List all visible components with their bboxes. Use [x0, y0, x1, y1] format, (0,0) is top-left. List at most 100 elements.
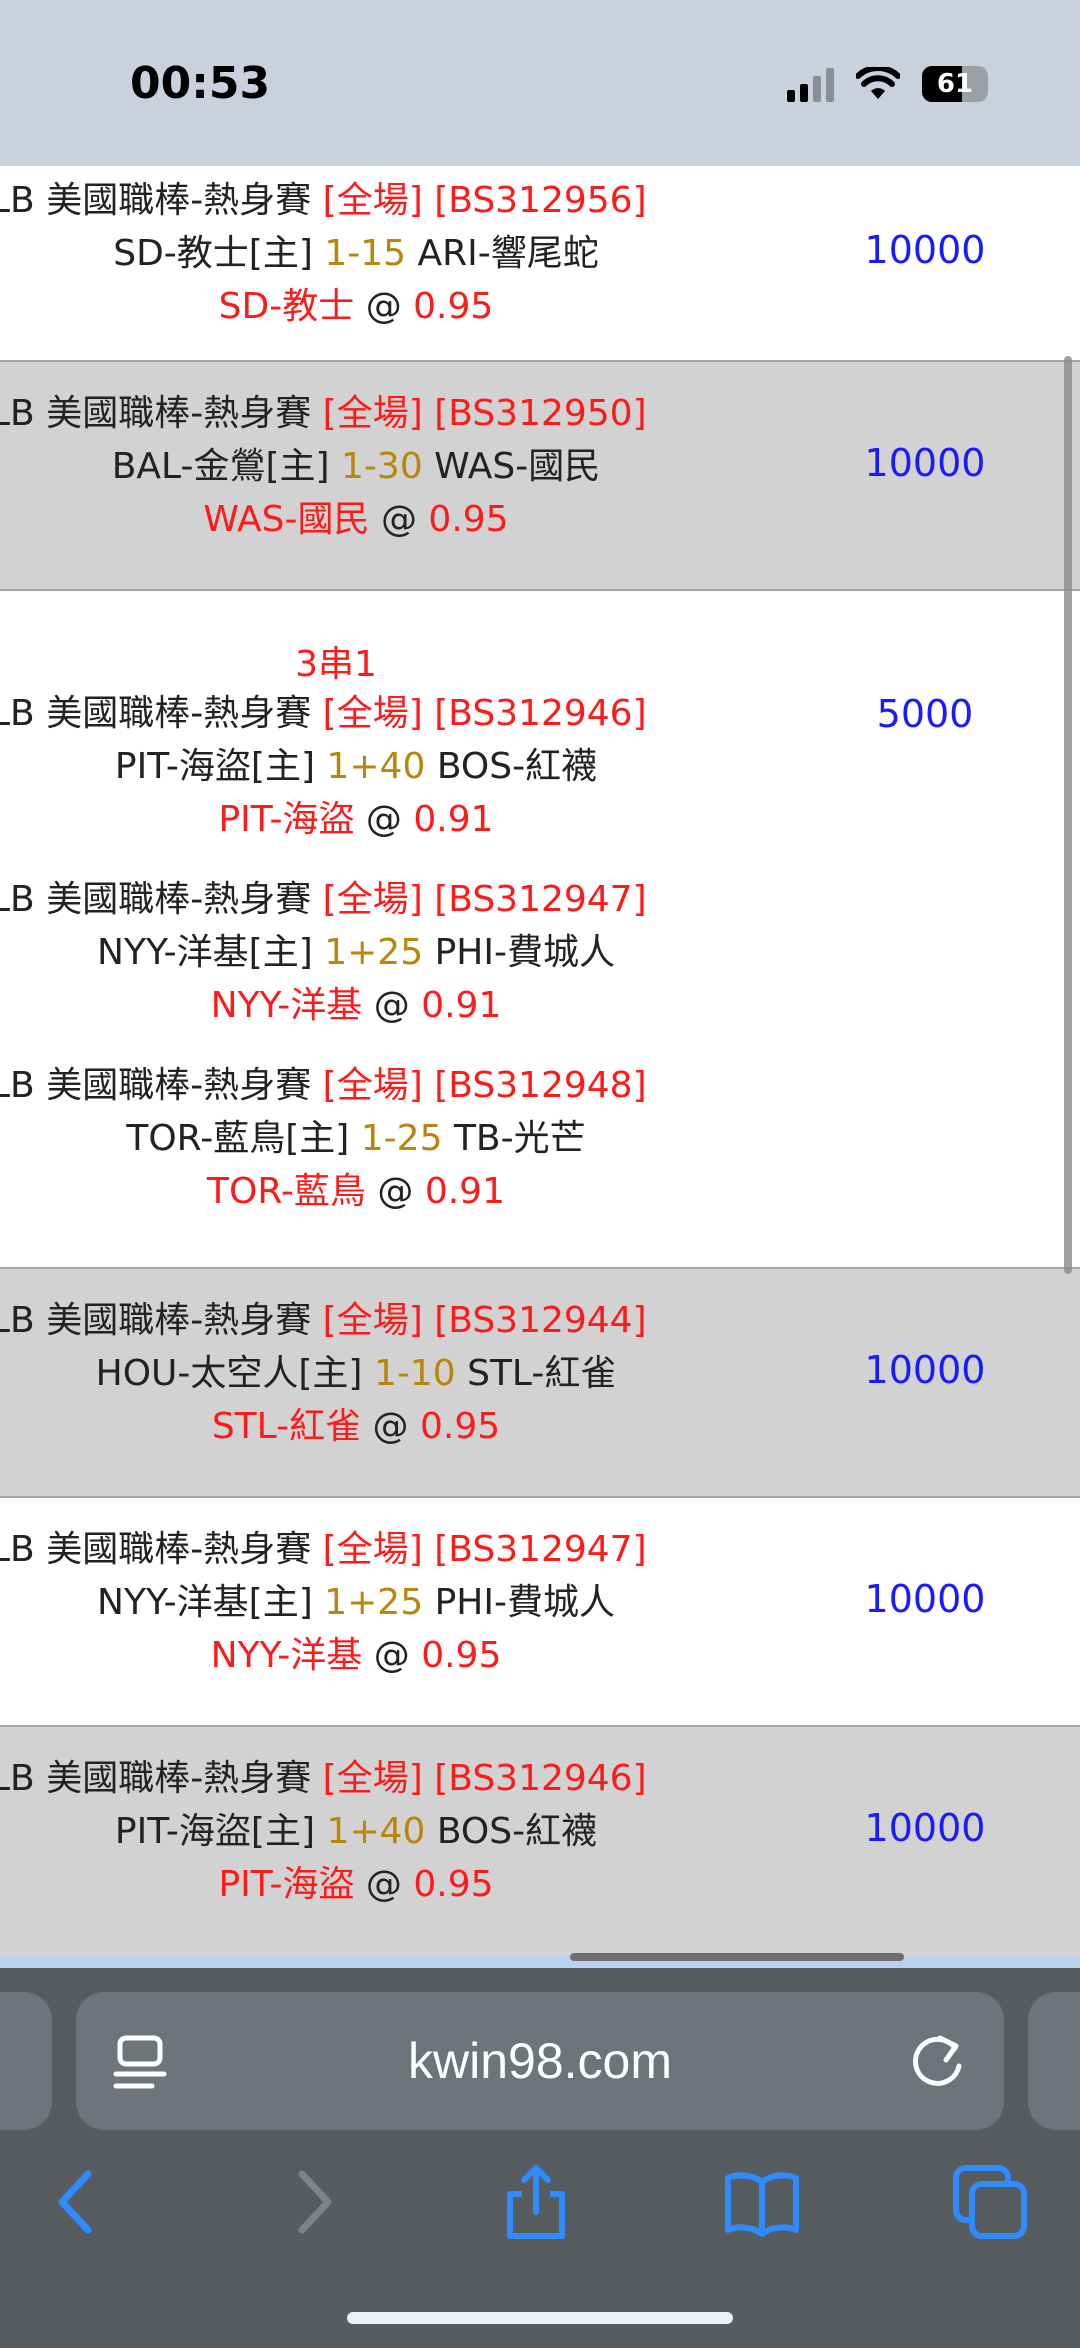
league-name: LB 美國職棒-熱身賽 — [0, 1529, 312, 1570]
bet-league-line: LB 美國職棒-熱身賽 [全場] [BS312950] — [0, 389, 702, 439]
pick-team: WAS-國民 — [203, 499, 370, 540]
bet-row: LB 美國職棒-熱身賽 [全場] [BS312946] PIT-海盜[主] 1+… — [0, 1727, 1080, 1955]
home-team: PIT-海盜[主] — [114, 746, 316, 787]
bet-league-line: LB 美國職棒-熱身賽 [全場] [BS312956] — [0, 176, 702, 226]
pick-team: PIT-海盜 — [218, 1864, 355, 1905]
away-team: BOS-紅襪 — [436, 1811, 598, 1852]
bet-match-line: BAL-金鶯[主] 1-30 WAS-國民 — [0, 442, 712, 492]
bet-pick-line: SD-教士 @ 0.95 — [0, 282, 712, 332]
forward-chevron-icon[interactable] — [272, 2162, 352, 2242]
share-icon[interactable] — [496, 2162, 576, 2242]
home-team: TOR-藍鳥[主] — [126, 1118, 350, 1159]
home-indicator[interactable] — [347, 2312, 733, 2324]
handicap-line: 1-10 — [373, 1353, 456, 1394]
league-name: LB 美國職棒-熱身賽 — [0, 1758, 312, 1799]
bet-code: [BS312956] — [434, 180, 647, 221]
bet-period: [全場] — [322, 1758, 423, 1799]
bet-pick-line: PIT-海盜 @ 0.95 — [0, 1860, 712, 1910]
next-tab-card[interactable] — [1028, 1992, 1080, 2130]
away-team: PHI-費城人 — [434, 932, 615, 973]
book-icon[interactable] — [722, 2162, 802, 2242]
horizontal-scrollbar[interactable] — [570, 1953, 904, 1961]
bet-amount: 10000 — [864, 441, 986, 485]
league-name: LB 美國職棒-熱身賽 — [0, 1300, 312, 1341]
away-team: TB-光芒 — [453, 1118, 586, 1159]
away-team: STL-紅雀 — [467, 1353, 617, 1394]
bet-league-line: LB 美國職棒-熱身賽 [全場] [BS312948] — [0, 1061, 702, 1111]
bet-pick-line: WAS-國民 @ 0.95 — [0, 495, 712, 545]
vertical-scrollbar[interactable] — [1064, 356, 1072, 1274]
reload-icon[interactable] — [906, 2028, 968, 2092]
handicap-line: 1-25 — [360, 1118, 443, 1159]
handicap-line: 1-30 — [341, 446, 423, 487]
bet-code: [BS312950] — [434, 393, 647, 434]
bet-period: [全場] — [322, 693, 423, 734]
bet-league-line: LB 美國職棒-熱身賽 [全場] [BS312947] — [0, 875, 702, 925]
parlay-row: 3串1 5000 LB 美國職棒-熱身賽 [全場] [BS312946] PIT… — [0, 591, 1080, 1269]
wifi-icon — [856, 67, 900, 99]
bet-match-line: SD-教士[主] 1-15 ARI-響尾蛇 — [0, 229, 712, 279]
handicap-line: 1+25 — [324, 932, 424, 973]
pick-team: STL-紅雀 — [211, 1406, 362, 1447]
bet-row: LB 美國職棒-熱身賽 [全場] [BS312947] NYY-洋基[主] 1+… — [0, 1498, 1080, 1727]
bet-period: [全場] — [322, 1065, 423, 1106]
league-name: LB 美國職棒-熱身賽 — [0, 393, 312, 434]
odds-value: 0.95 — [421, 1635, 502, 1676]
at-sign: @ — [365, 286, 402, 327]
tabs-icon[interactable] — [950, 2162, 1030, 2242]
bet-pick-line: PIT-海盜 @ 0.91 — [0, 795, 712, 845]
pick-team: NYY-洋基 — [210, 1635, 363, 1676]
bet-pick-line: TOR-藍鳥 @ 0.91 — [0, 1167, 712, 1217]
bet-match-line: PIT-海盜[主] 1+40 BOS-紅襪 — [0, 1807, 712, 1857]
bet-period: [全場] — [322, 393, 423, 434]
bet-code: [BS312948] — [434, 1065, 647, 1106]
odds-value: 0.91 — [413, 799, 494, 840]
bet-period: [全場] — [322, 879, 423, 920]
at-sign: @ — [373, 985, 410, 1026]
league-name: LB 美國職棒-熱身賽 — [0, 1065, 312, 1106]
back-chevron-icon[interactable] — [38, 2162, 118, 2242]
at-sign: @ — [377, 1171, 414, 1212]
bet-code: [BS312944] — [434, 1300, 647, 1341]
status-time: 00:53 — [130, 58, 271, 109]
parlay-label: 3串1 — [295, 644, 377, 685]
bet-amount: 10000 — [864, 1348, 986, 1392]
bet-code: [BS312947] — [434, 879, 647, 920]
bet-amount: 10000 — [864, 1806, 986, 1850]
bet-amount: 10000 — [864, 228, 986, 272]
handicap-line: 1+25 — [324, 1582, 424, 1623]
bet-period: [全場] — [322, 1300, 423, 1341]
away-team: ARI-響尾蛇 — [417, 233, 599, 274]
pick-team: NYY-洋基 — [210, 985, 363, 1026]
bet-pick-line: NYY-洋基 @ 0.91 — [0, 981, 712, 1031]
bet-league-line: LB 美國職棒-熱身賽 [全場] [BS312947] — [0, 1525, 702, 1575]
bet-code: [BS312946] — [434, 1758, 647, 1799]
bet-match-line: TOR-藍鳥[主] 1-25 TB-光芒 — [0, 1114, 712, 1164]
away-team: PHI-費城人 — [434, 1582, 615, 1623]
status-bar: 00:53 61 — [0, 0, 1080, 166]
address-bar[interactable]: kwin98.com — [76, 1992, 1004, 2130]
at-sign: @ — [365, 1864, 402, 1905]
home-team: NYY-洋基[主] — [97, 1582, 313, 1623]
bet-list: LB 美國職棒-熱身賽 [全場] [BS312956] SD-教士[主] 1-1… — [0, 166, 1080, 1955]
home-team: BAL-金鶯[主] — [111, 446, 330, 487]
bet-amount: 10000 — [864, 1577, 986, 1621]
handicap-line: 1-15 — [324, 233, 407, 274]
at-sign: @ — [365, 799, 402, 840]
odds-value: 0.91 — [424, 1171, 505, 1212]
bet-league-line: LB 美國職棒-熱身賽 [全場] [BS312946] — [0, 1754, 702, 1804]
bet-row: LB 美國職棒-熱身賽 [全場] [BS312950] BAL-金鶯[主] 1-… — [0, 362, 1080, 591]
pick-team: SD-教士 — [218, 286, 355, 327]
bet-code: [BS312946] — [434, 693, 647, 734]
bet-match-line: HOU-太空人[主] 1-10 STL-紅雀 — [0, 1349, 712, 1399]
handicap-line: 1+40 — [326, 1811, 426, 1852]
at-sign: @ — [373, 1635, 410, 1676]
bet-period: [全場] — [322, 1529, 423, 1570]
bet-match-line: PIT-海盜[主] 1+40 BOS-紅襪 — [0, 742, 712, 792]
bet-pick-line: STL-紅雀 @ 0.95 — [0, 1402, 712, 1452]
home-team: NYY-洋基[主] — [97, 932, 313, 973]
handicap-line: 1+40 — [326, 746, 426, 787]
league-name: LB 美國職棒-熱身賽 — [0, 180, 312, 221]
odds-value: 0.95 — [420, 1406, 501, 1447]
previous-tab-card[interactable] — [0, 1992, 52, 2130]
